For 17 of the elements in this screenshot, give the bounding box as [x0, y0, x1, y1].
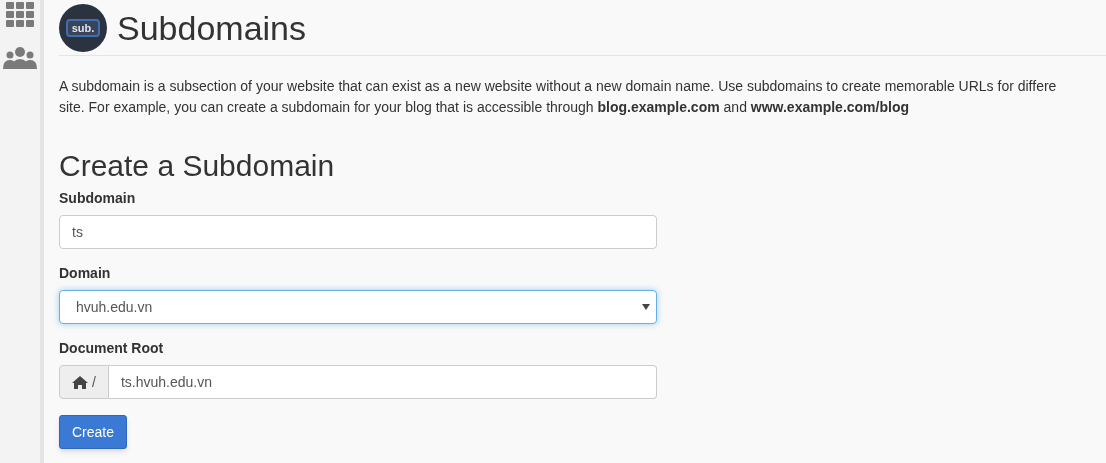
section-heading: Create a Subdomain [59, 148, 336, 184]
grid-icon[interactable] [6, 2, 34, 27]
logo-text: sub. [65, 18, 101, 37]
description-text: A subdomain is a subsection of your website that can exist as a new website without a new domain name. Use subdomains to create memorable URLs for differe [59, 77, 1057, 96]
field-label: Document Root [59, 339, 164, 358]
caret-icon [642, 304, 650, 310]
field-label: Subdomain [59, 189, 136, 208]
field-label: Domain [59, 264, 111, 283]
domain-select[interactable]: hvuh.edu.vn [59, 290, 657, 324]
description-text: site. For example, you can create a subdomain for your blog that is accessible through blog.example.com and www.example.com/blog [59, 98, 909, 117]
home-path-addon: / [59, 365, 109, 399]
document-root-field[interactable]: ts.hvuh.edu.vn [108, 365, 657, 399]
create-button[interactable]: Create [59, 415, 128, 449]
home-icon [72, 375, 88, 389]
page-title: Subdomains [117, 10, 306, 45]
subdomain-field[interactable]: ts [59, 215, 657, 249]
users-icon[interactable] [2, 47, 38, 69]
